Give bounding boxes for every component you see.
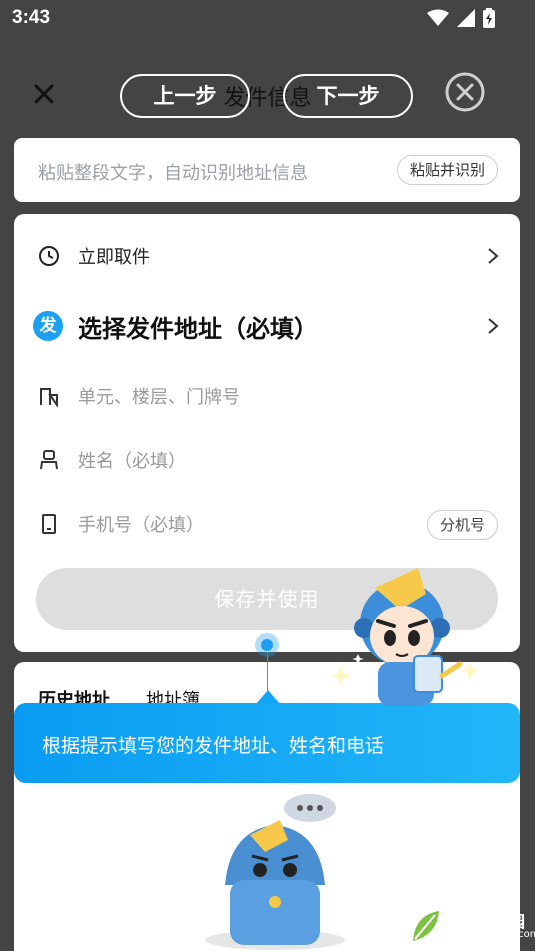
building-icon	[40, 388, 58, 407]
tour-tooltip: 根据提示填写您的发件地址、姓名和电话	[14, 703, 520, 783]
wifi-icon	[427, 9, 449, 26]
paste-placeholder: 粘贴整段文字，自动识别地址信息	[38, 163, 308, 184]
unit-input[interactable]: 单元、楼层、门牌号	[78, 383, 240, 409]
phone-input[interactable]: 手机号（必填）	[78, 511, 204, 537]
status-time: 3:43	[12, 7, 51, 28]
pickup-label: 立即取件	[78, 247, 150, 268]
send-badge: 发	[33, 311, 63, 341]
sleeping-mascot-image	[205, 794, 345, 950]
tour-prev-button[interactable]: 上一步	[120, 74, 250, 118]
tour-next-button[interactable]: 下一步	[283, 74, 413, 118]
person-icon	[40, 450, 58, 470]
phone-icon	[42, 514, 56, 534]
signal-icon	[457, 9, 475, 27]
battery-icon	[483, 8, 495, 28]
paste-address-box[interactable]: 粘贴整段文字，自动识别地址信息 粘贴并识别	[14, 138, 520, 202]
tooltip-arrow	[256, 690, 280, 704]
chevron-right-icon	[488, 318, 499, 334]
unit-field-row[interactable]: 单元、楼层、门牌号	[14, 366, 520, 426]
watermark-url: www.52zixue.com	[449, 929, 535, 940]
address-label: 选择发件地址（必填）	[78, 314, 318, 343]
pickup-time-row[interactable]: 立即取件	[14, 226, 520, 286]
phone-field-row[interactable]: 手机号（必填） 分机号	[14, 494, 520, 554]
paste-recognize-button[interactable]: 粘贴并识别	[396, 155, 498, 185]
leaf-logo-icon	[413, 911, 439, 941]
tour-pointer-dot	[255, 633, 279, 657]
name-input[interactable]: 姓名（必填）	[78, 447, 186, 473]
clock-icon	[39, 246, 59, 266]
extension-button[interactable]: 分机号	[426, 510, 498, 540]
mascot-image	[330, 568, 480, 706]
close-circle-icon[interactable]	[444, 71, 486, 113]
status-icons	[427, 8, 495, 28]
watermark-logo: 吾爱软件园 www.52zixue.com	[409, 907, 535, 947]
status-bar: 3:43	[0, 0, 535, 36]
tooltip-text: 根据提示填写您的发件地址、姓名和电话	[42, 735, 385, 757]
chevron-right-icon	[488, 248, 499, 264]
sender-address-row[interactable]: 发 选择发件地址（必填）	[14, 296, 520, 356]
name-field-row[interactable]: 姓名（必填）	[14, 430, 520, 490]
